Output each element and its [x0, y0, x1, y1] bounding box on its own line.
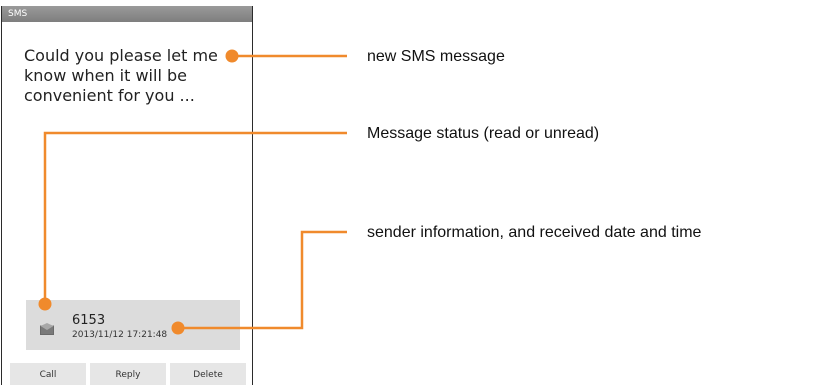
callout-dot-status [38, 297, 52, 311]
annotated-screenshot: SMS Could you please let me know when it… [0, 0, 814, 385]
callout-label-sender-info: sender information, and received date an… [367, 224, 702, 241]
callout-dot-sender [171, 321, 185, 335]
callout-label-new-sms: new SMS message [367, 48, 505, 65]
callout-line-sender [178, 230, 347, 330]
callout-label-status: Message status (read or unread) [367, 125, 600, 142]
callout-dot-new [225, 49, 239, 63]
